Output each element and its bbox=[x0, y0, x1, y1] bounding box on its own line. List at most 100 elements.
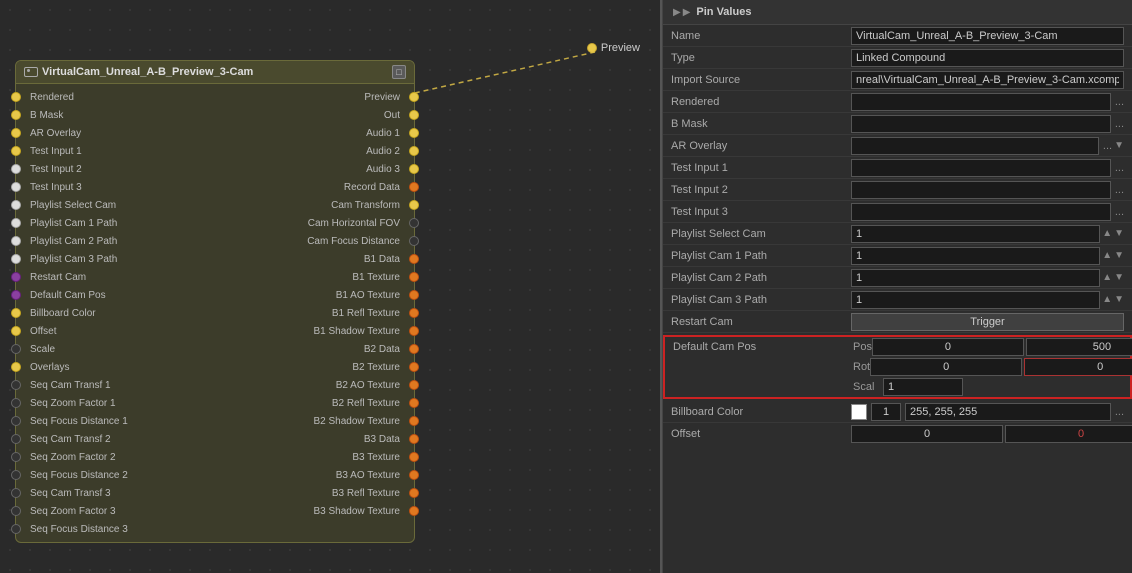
port-label: Playlist Cam 3 Path bbox=[16, 254, 131, 265]
port-dot bbox=[11, 92, 21, 102]
port-label: Audio 3 bbox=[352, 164, 414, 175]
port-dot bbox=[409, 470, 419, 480]
property-row-test-input2: Test Input 2 ... bbox=[663, 179, 1132, 201]
port-label: B1 Refl Texture bbox=[318, 308, 414, 319]
list-item: Record Data bbox=[330, 178, 414, 196]
port-label: Audio 2 bbox=[352, 146, 414, 157]
test-input2-dots[interactable]: ... bbox=[1115, 184, 1124, 196]
port-label: Seq Cam Transf 1 bbox=[16, 380, 125, 391]
playlist-cam1-label: Playlist Cam 1 Path bbox=[671, 250, 851, 262]
rendered-dots[interactable]: ... bbox=[1115, 96, 1124, 108]
property-row-playlist-cam3: Playlist Cam 3 Path ▲ ▼ bbox=[663, 289, 1132, 311]
test-input3-label: Test Input 3 bbox=[671, 206, 851, 218]
port-label: B1 Shadow Texture bbox=[299, 326, 414, 337]
list-item: Seq Zoom Factor 1 bbox=[16, 394, 215, 412]
pos-y-input[interactable] bbox=[1026, 338, 1132, 356]
playlist-cam2-arrow-up[interactable]: ▲ bbox=[1102, 272, 1112, 283]
playlist-cam3-value-container: ▲ ▼ bbox=[851, 291, 1124, 309]
test-input2-input[interactable] bbox=[851, 181, 1111, 199]
port-dot bbox=[409, 164, 419, 174]
trigger-button[interactable]: Trigger bbox=[851, 313, 1124, 331]
property-row-test-input3: Test Input 3 ... bbox=[663, 201, 1132, 223]
b-mask-input[interactable] bbox=[851, 115, 1111, 133]
billboard-color-swatch[interactable] bbox=[851, 404, 867, 420]
pos-x-input[interactable] bbox=[872, 338, 1024, 356]
port-dot bbox=[409, 308, 419, 318]
b-mask-dots[interactable]: ... bbox=[1115, 118, 1124, 130]
property-row-name: Name bbox=[663, 25, 1132, 47]
billboard-dots[interactable]: ... bbox=[1115, 406, 1124, 418]
list-item: Seq Zoom Factor 2 bbox=[16, 448, 215, 466]
ar-overlay-label: AR Overlay bbox=[671, 140, 851, 152]
list-item: Audio 3 bbox=[352, 160, 414, 178]
port-label: B2 Shadow Texture bbox=[299, 416, 414, 427]
list-item: Audio 2 bbox=[352, 142, 414, 160]
ar-overlay-input[interactable] bbox=[851, 137, 1099, 155]
port-label: Offset bbox=[16, 326, 71, 337]
rot-x-input[interactable] bbox=[870, 358, 1022, 376]
list-item: B1 Texture bbox=[338, 268, 414, 286]
port-dot bbox=[409, 416, 419, 426]
pos-sublabel: Pos bbox=[853, 341, 872, 353]
billboard-rgb-input[interactable] bbox=[905, 403, 1111, 421]
list-item: Playlist Cam 1 Path bbox=[16, 214, 215, 232]
port-dot bbox=[11, 110, 21, 120]
pin-values-panel: ▶ ▶ Pin Values Name Type Import Source bbox=[662, 0, 1132, 573]
port-dot bbox=[11, 182, 21, 192]
port-dot bbox=[409, 272, 419, 282]
port-dot bbox=[409, 326, 419, 336]
rendered-input[interactable] bbox=[851, 93, 1111, 111]
scal-input[interactable] bbox=[883, 378, 963, 396]
list-item: Cam Transform bbox=[317, 196, 414, 214]
type-input[interactable] bbox=[851, 49, 1124, 67]
property-row-default-cam-pos-scal: Scal bbox=[665, 377, 1130, 397]
test-input3-input[interactable] bbox=[851, 203, 1111, 221]
test-input1-value-container: ... bbox=[851, 159, 1124, 177]
port-label: Scale bbox=[16, 344, 69, 355]
offset-label: Offset bbox=[671, 428, 851, 440]
port-label: AR Overlay bbox=[16, 128, 95, 139]
rot-y-input[interactable] bbox=[1024, 358, 1132, 376]
port-dot bbox=[11, 254, 21, 264]
type-value-container bbox=[851, 49, 1124, 67]
ar-overlay-dots[interactable]: ... bbox=[1103, 140, 1112, 152]
property-row-default-cam-pos-rot: Rot ▼ bbox=[665, 357, 1130, 377]
port-label: B2 Data bbox=[350, 344, 414, 355]
list-item: B2 Refl Texture bbox=[318, 394, 414, 412]
playlist-cam1-arrow-up[interactable]: ▲ bbox=[1102, 250, 1112, 261]
node-expand-button[interactable]: □ bbox=[392, 65, 406, 79]
b-mask-label: B Mask bbox=[671, 118, 851, 130]
playlist-cam2-label: Playlist Cam 2 Path bbox=[671, 272, 851, 284]
test-input3-dots[interactable]: ... bbox=[1115, 206, 1124, 218]
playlist-cam2-input[interactable] bbox=[851, 269, 1100, 287]
playlist-cam1-arrow-down[interactable]: ▼ bbox=[1114, 250, 1124, 261]
port-label: Rendered bbox=[16, 92, 88, 103]
port-dot bbox=[409, 146, 419, 156]
ar-overlay-value-container: ... ▼ bbox=[851, 137, 1124, 155]
name-input[interactable] bbox=[851, 27, 1124, 45]
offset-x-input[interactable] bbox=[851, 425, 1003, 443]
list-item: Seq Cam Transf 2 bbox=[16, 430, 215, 448]
test-input1-dots[interactable]: ... bbox=[1115, 162, 1124, 174]
port-label: B Mask bbox=[16, 110, 77, 121]
property-row-ar-overlay: AR Overlay ... ▼ bbox=[663, 135, 1132, 157]
playlist-select-cam-arrow-down[interactable]: ▼ bbox=[1114, 228, 1124, 239]
port-dot bbox=[11, 272, 21, 282]
port-label: Cam Horizontal FOV bbox=[294, 218, 414, 229]
billboard-alpha-input[interactable] bbox=[871, 403, 901, 421]
rendered-label: Rendered bbox=[671, 96, 851, 108]
port-dot bbox=[409, 380, 419, 390]
port-label: Seq Focus Distance 3 bbox=[16, 524, 142, 535]
playlist-cam1-input[interactable] bbox=[851, 247, 1100, 265]
port-dot bbox=[409, 506, 419, 516]
test-input1-input[interactable] bbox=[851, 159, 1111, 177]
playlist-select-cam-input[interactable] bbox=[851, 225, 1100, 243]
offset-y-input[interactable] bbox=[1005, 425, 1132, 443]
import-source-input[interactable] bbox=[851, 71, 1124, 89]
playlist-cam2-arrow-down[interactable]: ▼ bbox=[1114, 272, 1124, 283]
playlist-select-cam-arrow-up[interactable]: ▲ bbox=[1102, 228, 1112, 239]
panel-header: ▶ ▶ Pin Values bbox=[663, 0, 1132, 25]
playlist-cam3-arrow-up[interactable]: ▲ bbox=[1102, 294, 1112, 305]
playlist-cam3-input[interactable] bbox=[851, 291, 1100, 309]
playlist-cam3-arrow-down[interactable]: ▼ bbox=[1114, 294, 1124, 305]
